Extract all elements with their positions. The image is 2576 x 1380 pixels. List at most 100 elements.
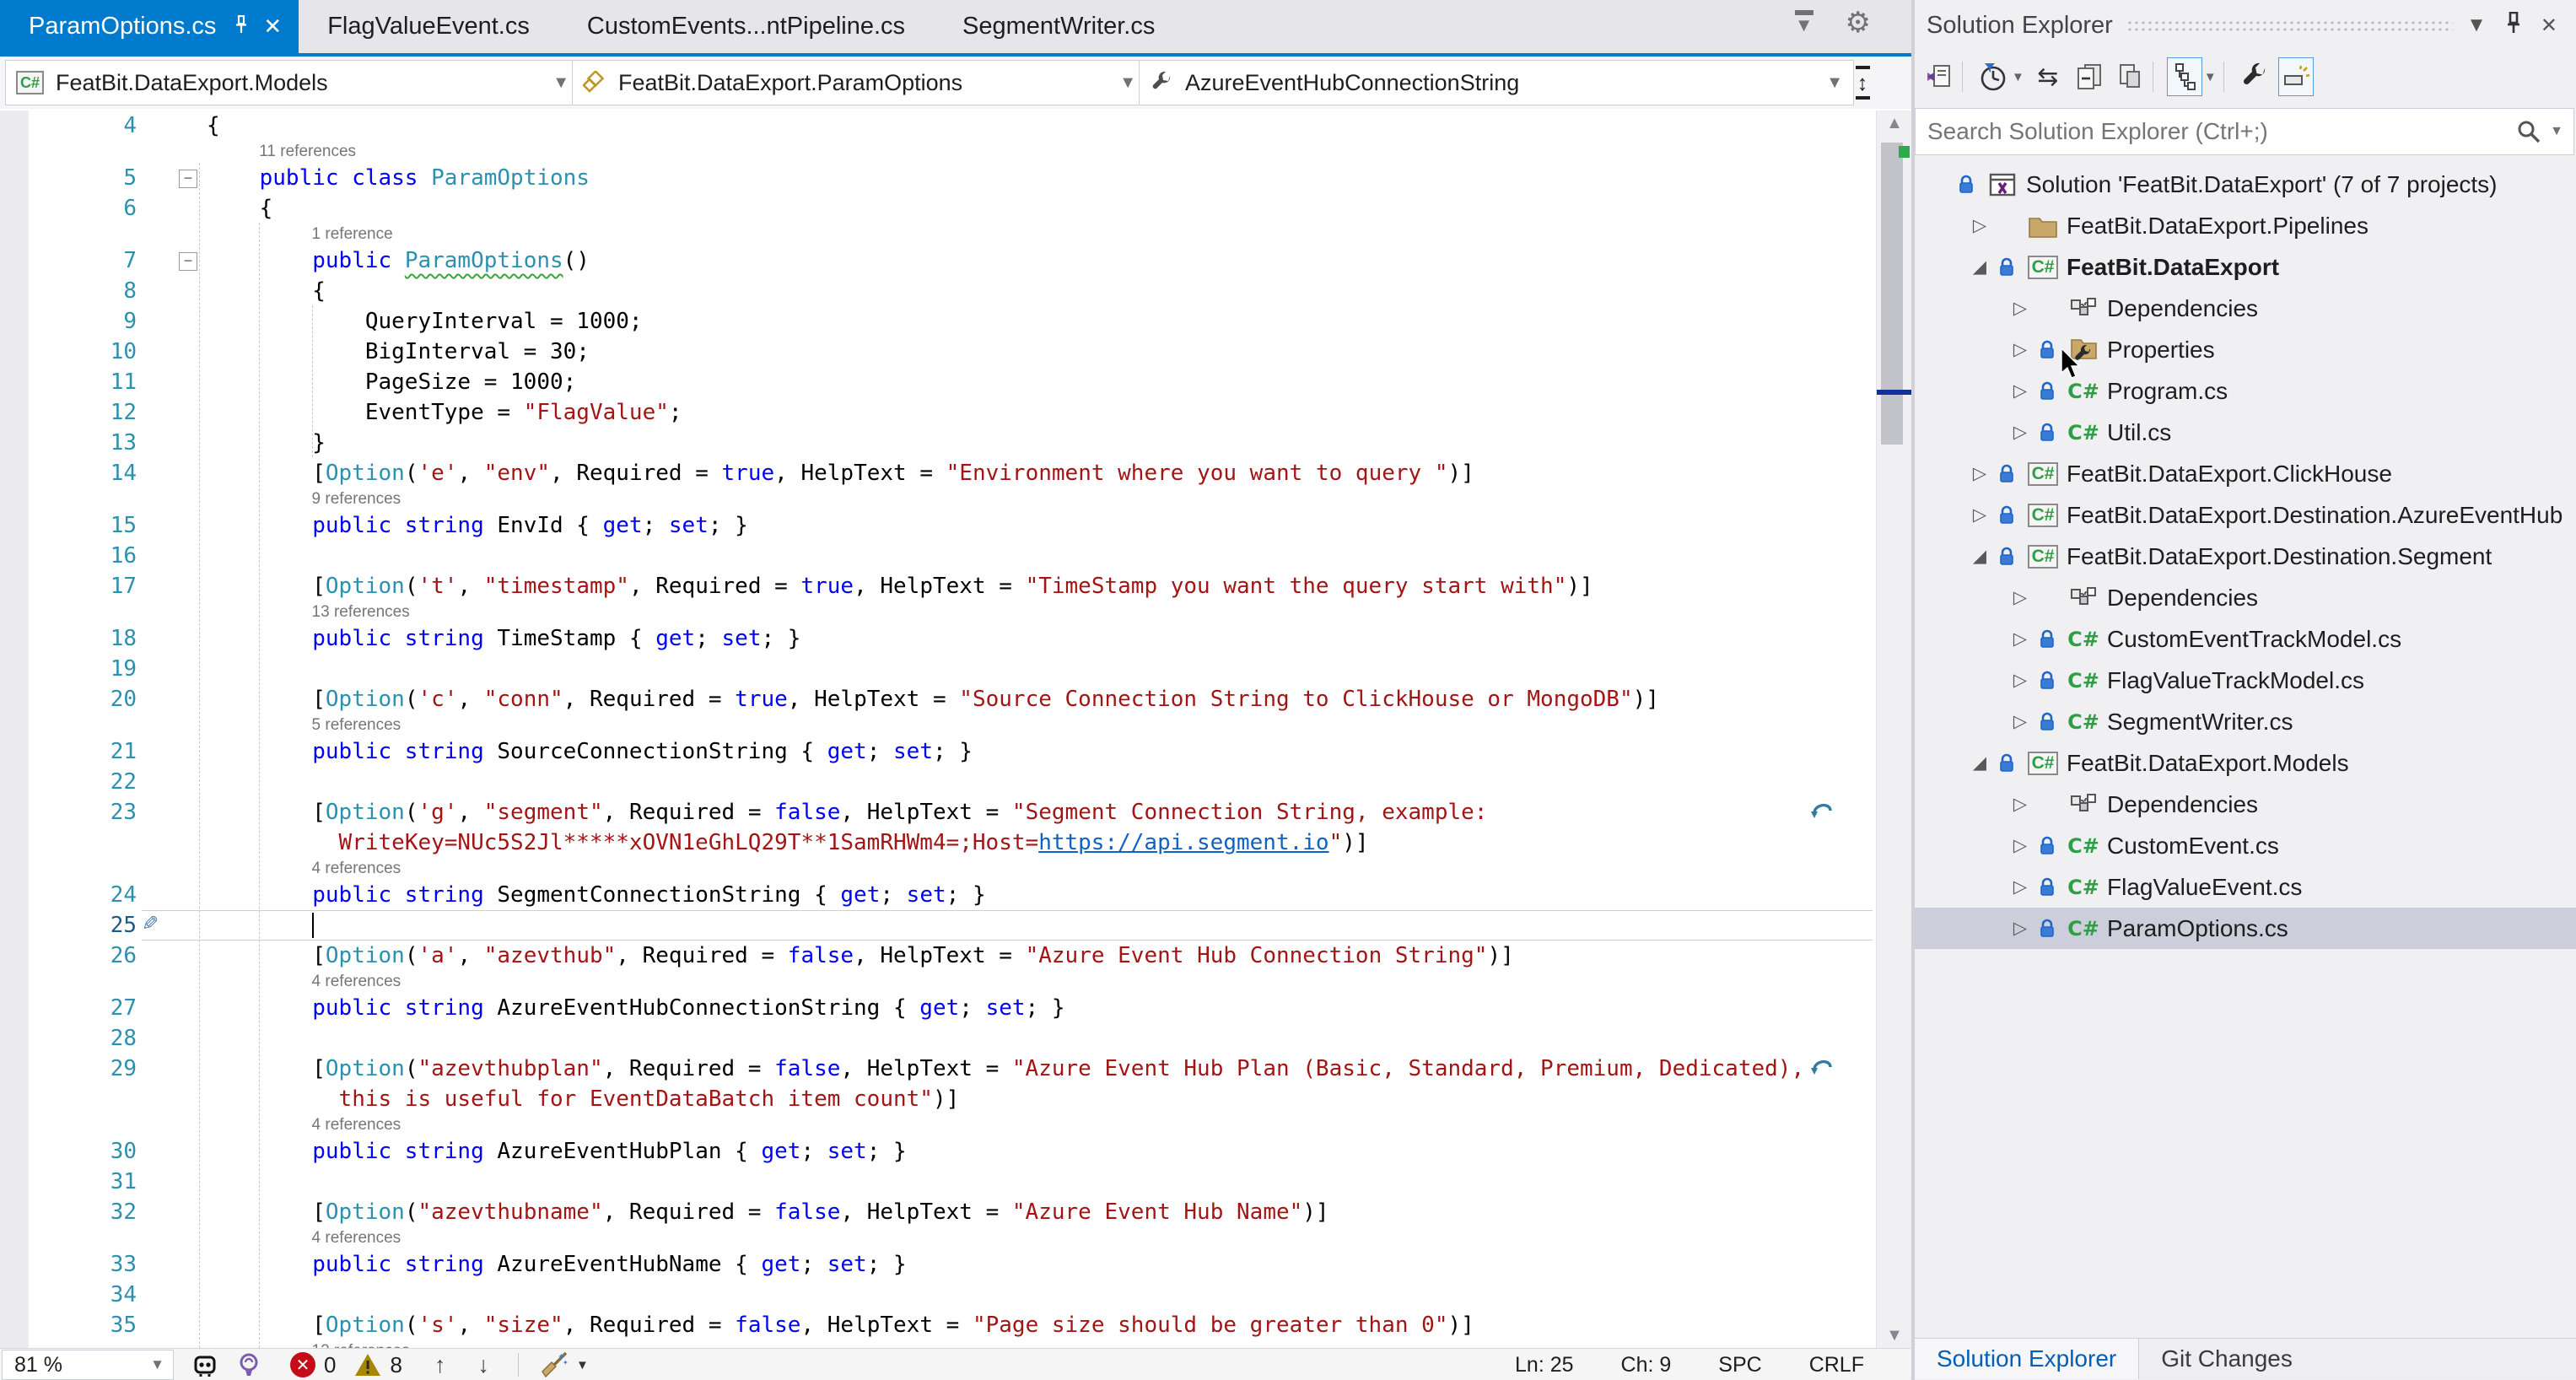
tree-item-featbit-dataexport-models[interactable]: ◢C#FeatBit.DataExport.Models	[1915, 742, 2576, 784]
code-line-21[interactable]: 21 public string SourceConnectionString …	[0, 736, 1876, 767]
previous-issue-icon[interactable]: ↑	[434, 1352, 446, 1378]
code-line-7[interactable]: 7− public ParamOptions()	[0, 245, 1876, 276]
scrollbar-thumb[interactable]	[1881, 143, 1903, 445]
solution-explorer-search[interactable]: ▼	[1915, 108, 2574, 155]
document-tab[interactable]: FlagValueEvent.cs	[299, 0, 558, 53]
preview-selected-items-icon[interactable]	[2278, 57, 2314, 96]
code-line-23[interactable]: 23 [Option('g', "segment", Required = fa…	[0, 797, 1876, 827]
type-dropdown[interactable]: FeatBit.DataExport.ParamOptions▼	[572, 60, 1147, 105]
scroll-down-icon[interactable]: ▼	[1877, 1323, 1912, 1348]
expand-arrow-icon[interactable]: ▷	[2007, 339, 2033, 360]
collapse-all-icon[interactable]	[2072, 58, 2105, 95]
pin-icon[interactable]	[2505, 12, 2522, 40]
tree-item-flagvaluetrackmodel-cs[interactable]: ▷C#FlagValueTrackModel.cs	[1915, 660, 2576, 701]
code-line-29[interactable]: 29 [Option("azevthubplan", Required = fa…	[0, 1054, 1876, 1084]
expand-arrow-icon[interactable]: ▷	[2007, 918, 2033, 939]
tree-item-featbit-dataexport-pipelines[interactable]: ▷FeatBit.DataExport.Pipelines	[1915, 205, 2576, 246]
code-line-17[interactable]: 17 [Option('t', "timestamp", Required = …	[0, 571, 1876, 601]
expand-arrow-icon[interactable]: ▷	[2007, 628, 2033, 650]
tree-item-properties[interactable]: ▷Properties	[1915, 329, 2576, 370]
hierarchy-toggle-icon[interactable]	[2167, 57, 2202, 96]
panel-tab-solution-explorer[interactable]: Solution Explorer	[1915, 1339, 2139, 1379]
codelens-references[interactable]: 11 references	[259, 141, 356, 163]
code-line-24[interactable]: 24 public string SegmentConnectionString…	[0, 880, 1876, 910]
tree-item-util-cs[interactable]: ▷C#Util.cs	[1915, 412, 2576, 453]
expand-arrow-icon[interactable]: ▷	[2007, 670, 2033, 691]
code-line-33[interactable]: 33 public string AzureEventHubName { get…	[0, 1249, 1876, 1280]
tree-item-flagvalueevent-cs[interactable]: ▷C#FlagValueEvent.cs	[1915, 866, 2576, 908]
tree-item-featbit-dataexport-destination-segment[interactable]: ◢C#FeatBit.DataExport.Destination.Segmen…	[1915, 536, 2576, 577]
codelens-references[interactable]: 4 references	[312, 1114, 401, 1136]
code-line-11[interactable]: 11 PageSize = 1000;	[0, 367, 1876, 397]
codelens-references[interactable]: 4 references	[312, 971, 401, 993]
code-line-25[interactable]: 25✎	[0, 910, 1876, 941]
code-line-14[interactable]: 14 [Option('e', "env", Required = true, …	[0, 458, 1876, 488]
expand-arrow-icon[interactable]: ▷	[2007, 794, 2033, 815]
tree-item-customeventtrackmodel-cs[interactable]: ▷C#CustomEventTrackModel.cs	[1915, 618, 2576, 660]
code-line-18[interactable]: 18 public string TimeStamp { get; set; }	[0, 623, 1876, 654]
zoom-selector[interactable]: 81 %▼	[2, 1350, 174, 1380]
expand-arrow-icon[interactable]: ▷	[2007, 835, 2033, 856]
tree-item-dependencies[interactable]: ▷Dependencies	[1915, 288, 2576, 329]
codelens-references[interactable]: 1 reference	[312, 224, 393, 245]
codelens-references[interactable]: 4 references	[312, 858, 401, 880]
tree-item-paramoptions-cs[interactable]: ▷C#ParamOptions.cs	[1915, 908, 2576, 949]
code-line-32[interactable]: 32 [Option("azevthubname", Required = fa…	[0, 1197, 1876, 1227]
tree-item-program-cs[interactable]: ▷C#Program.cs	[1915, 370, 2576, 412]
code-editor[interactable]: 4{11 references5− public class ParamOpti…	[0, 111, 1911, 1348]
tree-item-dependencies[interactable]: ▷Dependencies	[1915, 784, 2576, 825]
chevron-down-icon[interactable]: ▼	[2012, 70, 2024, 84]
errors-icon[interactable]: ✕	[290, 1352, 315, 1377]
code-line-15[interactable]: 15 public string EnvId { get; set; }	[0, 510, 1876, 541]
line-indicator[interactable]: Ln: 25	[1515, 1353, 1574, 1377]
error-count[interactable]: 0	[324, 1352, 336, 1378]
code-line-4[interactable]: 4{	[0, 111, 1876, 141]
project-dropdown[interactable]: C# FeatBit.DataExport.Models▼	[5, 60, 580, 105]
search-input[interactable]	[1916, 117, 2516, 146]
code-line-34[interactable]: 34	[0, 1280, 1876, 1310]
code-line-30[interactable]: 30 public string AzureEventHubPlan { get…	[0, 1136, 1876, 1167]
window-list-icon[interactable]: ▼	[1795, 10, 1813, 35]
code-line-31[interactable]: 31	[0, 1167, 1876, 1197]
code-line-22[interactable]: 22	[0, 767, 1876, 797]
drag-texture[interactable]	[2126, 19, 2453, 31]
expand-arrow-icon[interactable]: ▷	[2007, 711, 2033, 732]
expand-arrow-icon[interactable]: ▷	[2007, 422, 2033, 443]
codelens-references[interactable]: 4 references	[312, 1227, 401, 1249]
expand-arrow-icon[interactable]: ▷	[2007, 380, 2033, 402]
code-cleanup-broom-icon[interactable]: ✦✦	[537, 1351, 569, 1378]
scroll-up-icon[interactable]: ▲	[1877, 111, 1912, 136]
codelens-references[interactable]: 13 references	[312, 601, 410, 623]
tree-item-dependencies[interactable]: ▷Dependencies	[1915, 577, 2576, 618]
tree-item-solution-featbit-dataexport-7-of-7-proje[interactable]: Solution 'FeatBit.DataExport' (7 of 7 pr…	[1915, 164, 2576, 205]
chevron-down-icon[interactable]: ▼	[2550, 124, 2563, 139]
tree-item-featbit-dataexport[interactable]: ◢C#FeatBit.DataExport	[1915, 246, 2576, 288]
sync-icon[interactable]: ⇆	[2031, 58, 2065, 95]
expand-arrow-icon[interactable]: ▷	[1967, 215, 1992, 236]
document-health-icon[interactable]	[192, 1352, 218, 1377]
close-icon[interactable]: ✕	[263, 13, 282, 40]
expand-arrow-icon[interactable]: ▷	[1967, 463, 1992, 484]
expand-arrow-icon[interactable]: ▷	[2007, 876, 2033, 898]
pin-icon[interactable]	[234, 13, 248, 40]
chevron-down-icon[interactable]: ▼	[576, 1358, 589, 1372]
document-tab[interactable]: ParamOptions.cs✕	[0, 0, 299, 53]
solution-explorer-header[interactable]: Solution Explorer ▼ ✕	[1915, 5, 2576, 46]
expand-arrow-icon[interactable]: ▷	[2007, 298, 2033, 319]
code-line-28[interactable]: 28	[0, 1023, 1876, 1054]
collapse-arrow-icon[interactable]: ◢	[1967, 256, 1992, 278]
show-all-files-icon[interactable]	[2112, 58, 2146, 95]
code-line-26[interactable]: 26 [Option('a', "azevthub", Required = f…	[0, 941, 1876, 971]
warnings-icon[interactable]	[354, 1352, 381, 1377]
line-ending-indicator[interactable]: CRLF	[1809, 1353, 1864, 1377]
collapse-arrow-icon[interactable]: ◢	[1967, 752, 1992, 774]
code-line-35[interactable]: 35 [Option('s', "size", Required = false…	[0, 1310, 1876, 1340]
warning-count[interactable]: 8	[390, 1352, 401, 1378]
code-line-6[interactable]: 6 {	[0, 193, 1876, 224]
tree-item-featbit-dataexport-destination-azureeven[interactable]: ▷C#FeatBit.DataExport.Destination.AzureE…	[1915, 494, 2576, 536]
document-tab[interactable]: SegmentWriter.cs	[934, 0, 1183, 53]
code-line-12[interactable]: 12 EventType = "FlagValue";	[0, 397, 1876, 428]
pending-changes-filter-icon[interactable]	[1976, 58, 2010, 95]
collapse-region-box[interactable]: −	[179, 170, 197, 188]
close-icon[interactable]: ✕	[2541, 13, 2557, 38]
